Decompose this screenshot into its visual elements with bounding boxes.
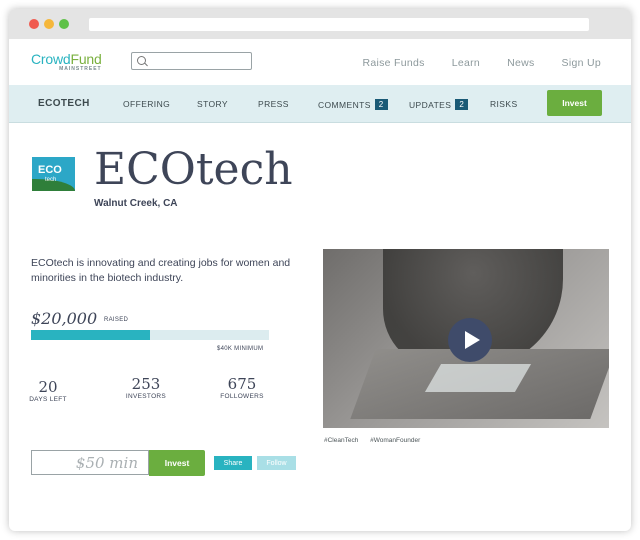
funding-minimum: $40K MINIMUM: [217, 346, 264, 352]
tab-comments[interactable]: COMMENTS 2: [318, 99, 388, 110]
main-nav-links: Raise Funds Learn News Sign Up: [362, 57, 601, 69]
stat-days-left-value: 20: [38, 378, 58, 396]
tab-offering[interactable]: OFFERING: [123, 99, 170, 109]
tab-story[interactable]: STORY: [197, 99, 228, 109]
company-name: ECOtech: [94, 144, 293, 195]
tag-womanfounder[interactable]: #WomanFounder: [370, 437, 420, 444]
stat-followers-value: 675: [227, 375, 257, 393]
tag-cleantech[interactable]: #CleanTech: [324, 437, 358, 444]
play-icon[interactable]: [448, 318, 492, 362]
address-bar[interactable]: [89, 18, 589, 31]
maximize-window-button[interactable]: [59, 19, 69, 29]
close-window-button[interactable]: [29, 19, 39, 29]
video-player[interactable]: [323, 249, 609, 428]
invest-button-top[interactable]: Invest: [547, 90, 602, 116]
tab-press[interactable]: PRESS: [258, 99, 289, 109]
raised-label: RAISED: [104, 317, 129, 323]
nav-link-news[interactable]: News: [507, 57, 534, 69]
updates-count-badge: 2: [455, 99, 469, 110]
stat-days-left-label: DAYS LEFT: [29, 396, 67, 403]
tab-updates[interactable]: UPDATES 2: [409, 99, 469, 110]
browser-chrome: [9, 9, 631, 39]
nav-link-learn[interactable]: Learn: [452, 57, 480, 69]
funding-progress-fill: [31, 330, 150, 340]
search-icon: [137, 56, 146, 65]
microscope-slide-image: [424, 364, 532, 392]
investment-amount-input[interactable]: $50 min: [31, 450, 149, 475]
company-location: Walnut Creek, CA: [94, 198, 178, 209]
invest-button[interactable]: Invest: [149, 450, 205, 476]
tab-comments-label: COMMENTS: [318, 100, 371, 110]
company-logo: ECO tech: [32, 157, 75, 191]
minimize-window-button[interactable]: [44, 19, 54, 29]
amount-raised: $20,000: [31, 309, 98, 328]
stat-investors-value: 253: [131, 375, 161, 393]
stat-investors: 253 INVESTORS: [111, 375, 181, 400]
company-description: ECOtech is innovating and creating jobs …: [31, 257, 291, 284]
company-logo-text-top: ECO: [38, 164, 62, 176]
browser-window: CrowdFund MAINSTREET Raise Funds Learn N…: [9, 9, 631, 531]
search-box[interactable]: [131, 52, 252, 70]
stat-followers: 675 FOLLOWERS: [207, 375, 277, 400]
follow-button[interactable]: Follow: [257, 456, 296, 470]
funding-progress-bar: [31, 330, 269, 340]
company-logo-text-bottom: tech: [45, 177, 57, 183]
tab-risks[interactable]: RISKS: [490, 99, 518, 109]
subnav-brand[interactable]: ECOTECH: [38, 98, 90, 109]
logo-crowd-text: Crowd: [31, 51, 71, 67]
stat-followers-label: FOLLOWERS: [220, 393, 264, 400]
share-button[interactable]: Share: [214, 456, 252, 470]
search-input[interactable]: [150, 54, 252, 70]
top-navigation: CrowdFund MAINSTREET Raise Funds Learn N…: [9, 39, 631, 86]
site-logo[interactable]: CrowdFund MAINSTREET: [31, 51, 102, 72]
stat-investors-label: INVESTORS: [125, 393, 167, 400]
company-subnav: ECOTECH OFFERING STORY PRESS COMMENTS 2 U…: [9, 85, 631, 123]
video-tags: #CleanTech #WomanFounder: [324, 437, 430, 444]
nav-link-sign-up[interactable]: Sign Up: [562, 57, 601, 69]
logo-fund-text: Fund: [70, 51, 102, 67]
tab-updates-label: UPDATES: [409, 100, 452, 110]
stat-days-left: 20 DAYS LEFT: [13, 378, 83, 403]
comments-count-badge: 2: [374, 99, 388, 110]
nav-link-raise-funds[interactable]: Raise Funds: [362, 57, 424, 69]
